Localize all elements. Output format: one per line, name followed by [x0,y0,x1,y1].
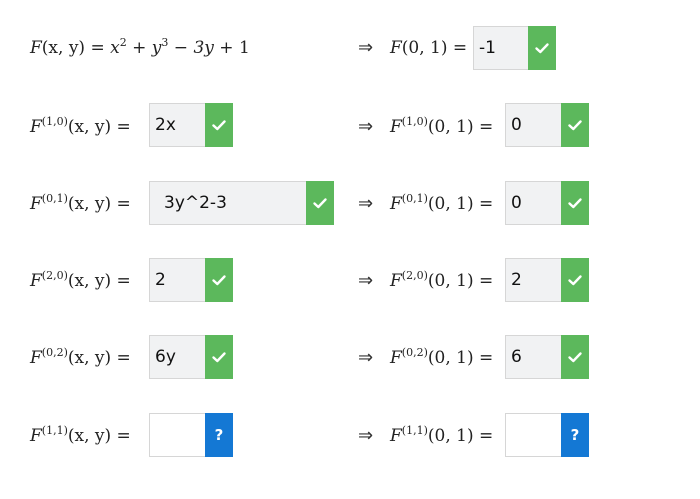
value-label-1-1: F(1,1)(0, 1) = [390,424,494,446]
value-answer-field-0-2[interactable]: 6 [505,335,589,379]
value-label-0-1: F(0,1)(0, 1) = [390,192,494,214]
derivative-label-1-1: F(1,1)(x, y) = [30,424,131,446]
derivative-label-1-0: F(1,0)(x, y) = [30,115,131,137]
question-mark-icon: ? [561,413,589,457]
implies-arrow: ⇒ [358,193,374,214]
checkmark-icon [561,103,589,147]
value-answer-field-1-1[interactable]: ? [505,413,589,457]
function-definition: F(x, y) = x2 + y3 − 3y + 1 [30,36,250,58]
value-answer-field-2-0[interactable]: 2 [505,258,589,302]
derivative-label-0-1: F(0,1)(x, y) = [30,192,131,214]
checkmark-icon [528,26,556,70]
value-answer-field-1-0[interactable]: 0 [505,103,589,147]
derivative-answer-field-0-1[interactable]: 3y^2-3 [149,181,334,225]
value-answer-field-0-1[interactable]: 0 [505,181,589,225]
derivative-answer-field-1-0[interactable]: 2x [149,103,233,147]
value-label-1-0: F(1,0)(0, 1) = [390,115,494,137]
value-answer-field-f[interactable]: -1 [473,26,556,70]
derivative-answer-field-2-0[interactable]: 2 [149,258,233,302]
implies-arrow: ⇒ [358,425,374,446]
implies-arrow: ⇒ [358,347,374,368]
implies-arrow: ⇒ [358,116,374,137]
value-label-f: F(0, 1) = [390,38,468,58]
checkmark-icon [205,258,233,302]
checkmark-icon [561,181,589,225]
implies-arrow: ⇒ [358,270,374,291]
value-label-2-0: F(2,0)(0, 1) = [390,269,494,291]
checkmark-icon [561,258,589,302]
checkmark-icon [306,181,334,225]
derivative-label-0-2: F(0,2)(x, y) = [30,346,131,368]
derivative-answer-field-1-1[interactable]: ? [149,413,233,457]
implies-arrow: ⇒ [358,37,374,58]
question-mark-icon: ? [205,413,233,457]
value-label-0-2: F(0,2)(0, 1) = [390,346,494,368]
checkmark-icon [205,103,233,147]
checkmark-icon [205,335,233,379]
derivative-label-2-0: F(2,0)(x, y) = [30,269,131,291]
checkmark-icon [561,335,589,379]
derivative-answer-field-0-2[interactable]: 6y [149,335,233,379]
